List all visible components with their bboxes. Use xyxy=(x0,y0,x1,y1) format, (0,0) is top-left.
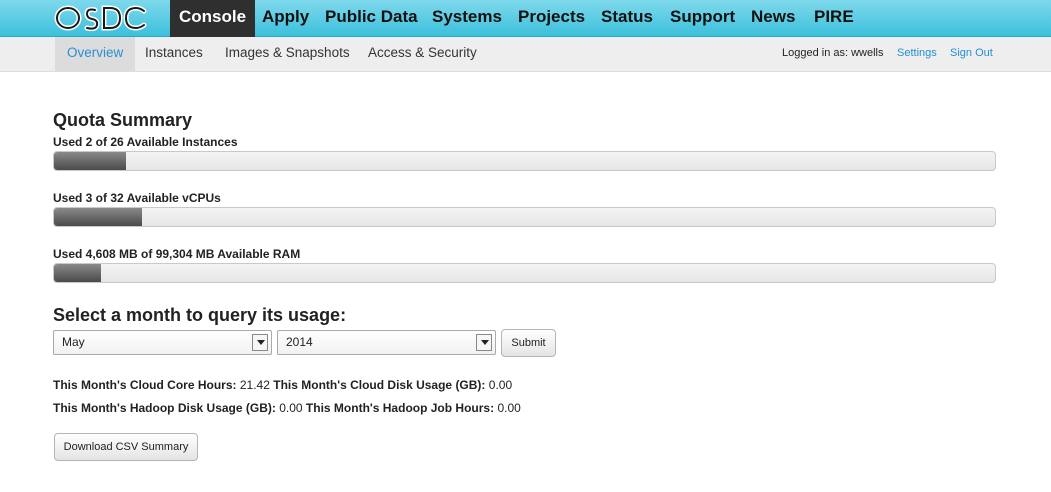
tab-access-security[interactable]: Access & Security xyxy=(368,37,477,71)
year-select[interactable]: 2014 xyxy=(277,330,496,355)
hadoop-disk-value: 0.00 xyxy=(279,401,303,415)
usage-query-title: Select a month to query its usage: xyxy=(53,305,347,325)
nav-news[interactable]: News xyxy=(751,0,795,37)
nav-public-data[interactable]: Public Data xyxy=(325,0,418,37)
instances-progress-bar xyxy=(53,151,996,171)
vcpus-label: Used 3 of 32 Available vCPUs xyxy=(53,191,221,205)
cloud-core-hours-value: 21.42 xyxy=(239,378,270,392)
cloud-usage-line: This Month's Cloud Core Hours: 21.42 Thi… xyxy=(53,378,512,392)
cloud-disk-label: This Month's Cloud Disk Usage (GB): xyxy=(273,378,486,392)
nav-projects[interactable]: Projects xyxy=(518,0,585,37)
nav-pire[interactable]: PIRE xyxy=(814,0,854,37)
hadoop-job-label: This Month's Hadoop Job Hours: xyxy=(305,401,495,415)
hadoop-usage-line: This Month's Hadoop Disk Usage (GB): 0.0… xyxy=(53,401,521,415)
download-csv-button[interactable]: Download CSV Summary xyxy=(54,433,198,461)
hadoop-disk-label: This Month's Hadoop Disk Usage (GB): xyxy=(53,401,276,415)
tab-instances[interactable]: Instances xyxy=(145,37,203,71)
nav-systems[interactable]: Systems xyxy=(432,0,502,37)
logged-in-label: Logged in as: wwells xyxy=(782,47,884,59)
vcpus-progress-fill xyxy=(54,208,143,226)
tab-images-snapshots[interactable]: Images & Snapshots xyxy=(225,37,350,71)
nav-console[interactable]: Console xyxy=(170,0,256,37)
cloud-core-hours-label: This Month's Cloud Core Hours: xyxy=(53,378,237,392)
quota-summary-title: Quota Summary xyxy=(53,110,193,130)
nav-apply[interactable]: Apply xyxy=(262,0,309,37)
month-select-value: May xyxy=(62,335,85,349)
instances-progress-fill xyxy=(54,152,127,170)
chevron-down-icon xyxy=(252,334,268,351)
tab-overview[interactable]: Overview xyxy=(55,37,136,71)
top-nav: Console Apply Public Data Systems Projec… xyxy=(0,0,1051,37)
nav-support[interactable]: Support xyxy=(670,0,735,37)
ram-progress-bar xyxy=(53,263,996,283)
ram-progress-fill xyxy=(54,264,102,282)
chevron-down-icon xyxy=(476,334,492,351)
submit-button[interactable]: Submit xyxy=(501,329,556,357)
hadoop-job-value: 0.00 xyxy=(497,401,521,415)
cloud-disk-value: 0.00 xyxy=(488,378,513,392)
settings-link[interactable]: Settings xyxy=(897,37,937,69)
vcpus-progress-bar xyxy=(53,207,996,227)
month-select[interactable]: May xyxy=(53,330,272,355)
sign-out-link[interactable]: Sign Out xyxy=(950,37,993,69)
instances-label: Used 2 of 26 Available Instances xyxy=(53,135,238,149)
nav-status[interactable]: Status xyxy=(601,0,653,37)
ram-label: Used 4,608 MB of 99,304 MB Available RAM xyxy=(53,247,301,261)
sub-nav: Overview Instances Images & Snapshots Ac… xyxy=(0,37,1051,72)
osdc-logo[interactable] xyxy=(54,2,150,34)
year-select-value: 2014 xyxy=(286,335,313,349)
